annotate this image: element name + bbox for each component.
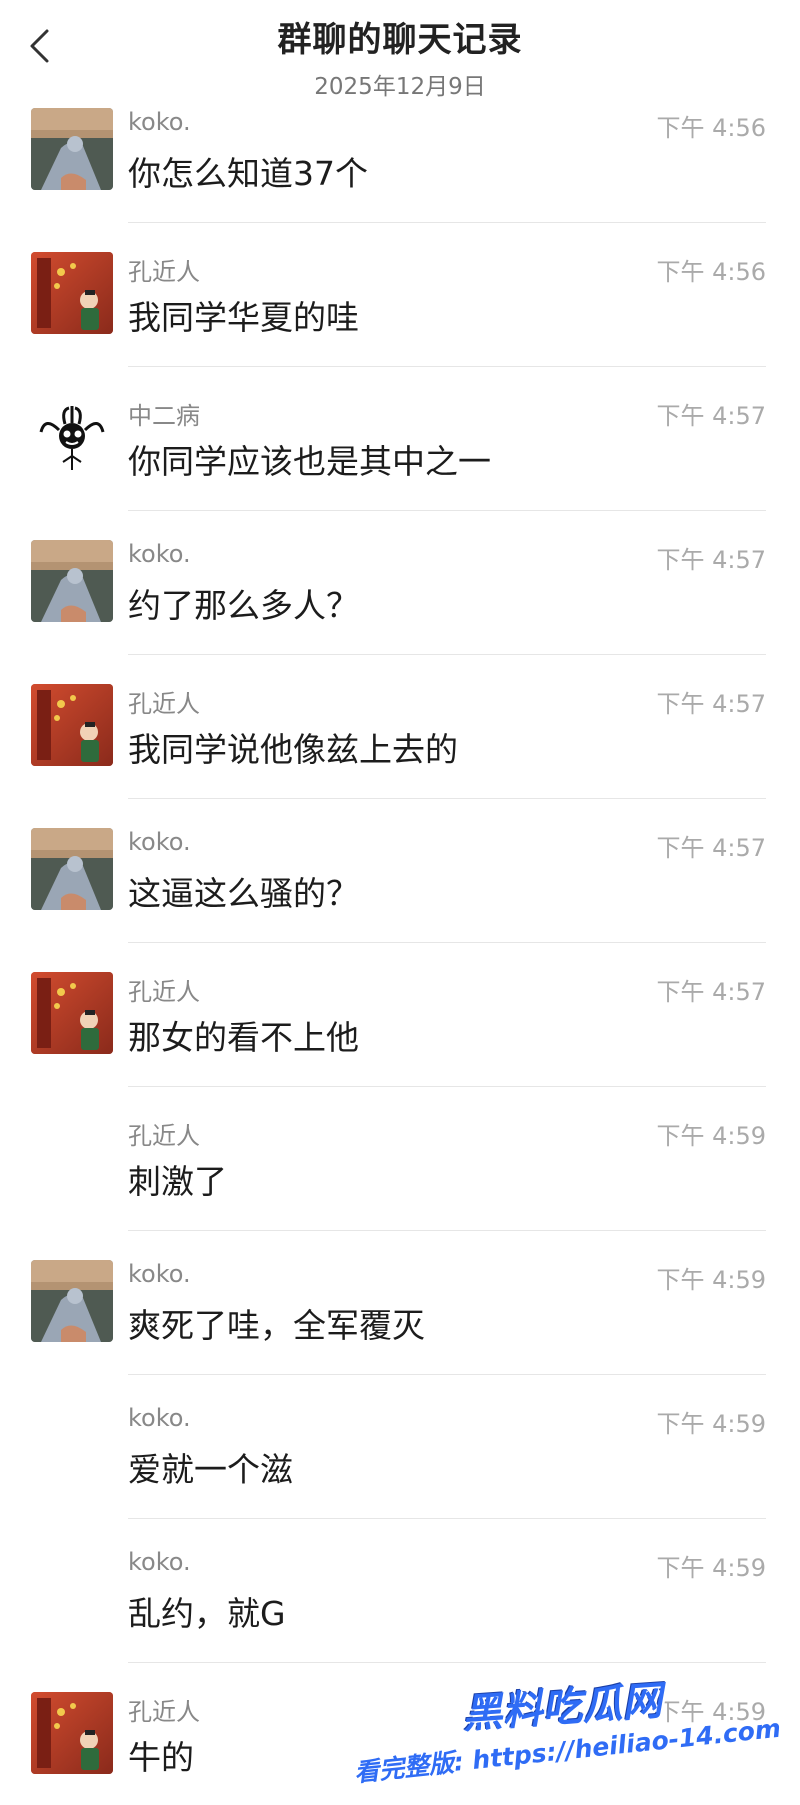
divider	[128, 1230, 766, 1231]
page-title: 群聊的聊天记录	[277, 20, 523, 60]
message-row[interactable]: koko. 下午 4:59 爽死了哇，全军覆灭	[0, 1257, 800, 1401]
message-row[interactable]: koko. 下午 4:59 乱约，就G	[0, 1545, 800, 1689]
message-row[interactable]: 孔近人 下午 4:57 我同学说他像兹上去的	[0, 681, 800, 825]
message-row[interactable]: koko. 下午 4:57 约了那么多人？	[0, 537, 800, 681]
sender-name: koko.	[128, 540, 191, 568]
message-text: 乱约，就G	[128, 1594, 286, 1633]
back-button[interactable]	[24, 26, 54, 66]
divider	[128, 798, 766, 799]
avatar-koko[interactable]	[31, 540, 113, 622]
avatar-koko[interactable]	[31, 108, 113, 190]
divider	[128, 366, 766, 367]
divider	[128, 510, 766, 511]
message-text: 你怎么知道37个	[128, 154, 368, 193]
message-time: 下午 4:57	[656, 402, 766, 430]
chevron-left-icon	[30, 29, 49, 63]
message-text: 那女的看不上他	[128, 1018, 359, 1057]
divider	[128, 222, 766, 223]
chat-history-page: 群聊的聊天记录 2025年12月9日 koko. 下午 4:56 你怎么知道37个孔…	[0, 0, 800, 1805]
message-row[interactable]: 孔近人 下午 4:56 我同学华夏的哇	[0, 249, 800, 393]
message-row[interactable]: 中二病 下午 4:57 你同学应该也是其中之一	[0, 393, 800, 537]
message-time: 下午 4:57	[656, 546, 766, 574]
sender-name: 孔近人	[128, 1122, 200, 1150]
message-time: 下午 4:59	[656, 1122, 766, 1150]
divider	[128, 942, 766, 943]
divider	[128, 1374, 766, 1375]
message-row[interactable]: 孔近人 下午 4:59 刺激了	[0, 1113, 800, 1257]
message-text: 你同学应该也是其中之一	[128, 442, 491, 481]
message-text: 这逼这么骚的？	[128, 874, 359, 913]
message-row[interactable]: 孔近人 下午 4:57 那女的看不上他	[0, 969, 800, 1113]
avatar-zhong[interactable]	[31, 396, 113, 478]
sender-name: koko.	[128, 108, 191, 136]
header: 群聊的聊天记录 2025年12月9日	[0, 0, 800, 105]
message-text: 爽死了哇，全军覆灭	[128, 1306, 425, 1345]
divider	[128, 1518, 766, 1519]
message-text: 爱就一个滋	[128, 1450, 293, 1489]
message-time: 下午 4:57	[656, 978, 766, 1006]
sender-name: 孔近人	[128, 1698, 200, 1726]
divider	[128, 1662, 766, 1663]
message-row[interactable]: 孔近人 下午 4:59 牛的	[0, 1689, 800, 1805]
avatar-kong[interactable]	[31, 972, 113, 1054]
message-time: 下午 4:56	[656, 258, 766, 286]
sender-name: koko.	[128, 1548, 191, 1576]
message-time: 下午 4:59	[656, 1698, 766, 1726]
message-time: 下午 4:57	[656, 834, 766, 862]
sender-name: koko.	[128, 828, 191, 856]
message-time: 下午 4:59	[656, 1410, 766, 1438]
divider	[128, 654, 766, 655]
message-text: 我同学华夏的哇	[128, 298, 359, 337]
message-row[interactable]: koko. 下午 4:56 你怎么知道37个	[0, 105, 800, 249]
sender-name: 孔近人	[128, 978, 200, 1006]
message-time: 下午 4:57	[656, 690, 766, 718]
sender-name: koko.	[128, 1404, 191, 1432]
message-text: 我同学说他像兹上去的	[128, 730, 458, 769]
message-text: 牛的	[128, 1738, 194, 1777]
message-row[interactable]: koko. 下午 4:59 爱就一个滋	[0, 1401, 800, 1545]
avatar-kong[interactable]	[31, 684, 113, 766]
divider	[128, 1086, 766, 1087]
message-text: 刺激了	[128, 1162, 227, 1201]
sender-name: 中二病	[128, 402, 200, 430]
avatar-koko[interactable]	[31, 828, 113, 910]
message-row[interactable]: koko. 下午 4:57 这逼这么骚的？	[0, 825, 800, 969]
avatar-kong[interactable]	[31, 1692, 113, 1774]
page-date: 2025年12月9日	[314, 74, 486, 100]
sender-name: 孔近人	[128, 258, 200, 286]
avatar-koko[interactable]	[31, 1260, 113, 1342]
message-time: 下午 4:56	[656, 114, 766, 142]
message-list: koko. 下午 4:56 你怎么知道37个孔近人 下午 4:56 我同学华夏的哇中二病…	[0, 105, 800, 1805]
message-text: 约了那么多人？	[128, 586, 359, 625]
avatar-kong[interactable]	[31, 252, 113, 334]
sender-name: 孔近人	[128, 690, 200, 718]
message-time: 下午 4:59	[656, 1266, 766, 1294]
sender-name: koko.	[128, 1260, 191, 1288]
message-time: 下午 4:59	[656, 1554, 766, 1582]
